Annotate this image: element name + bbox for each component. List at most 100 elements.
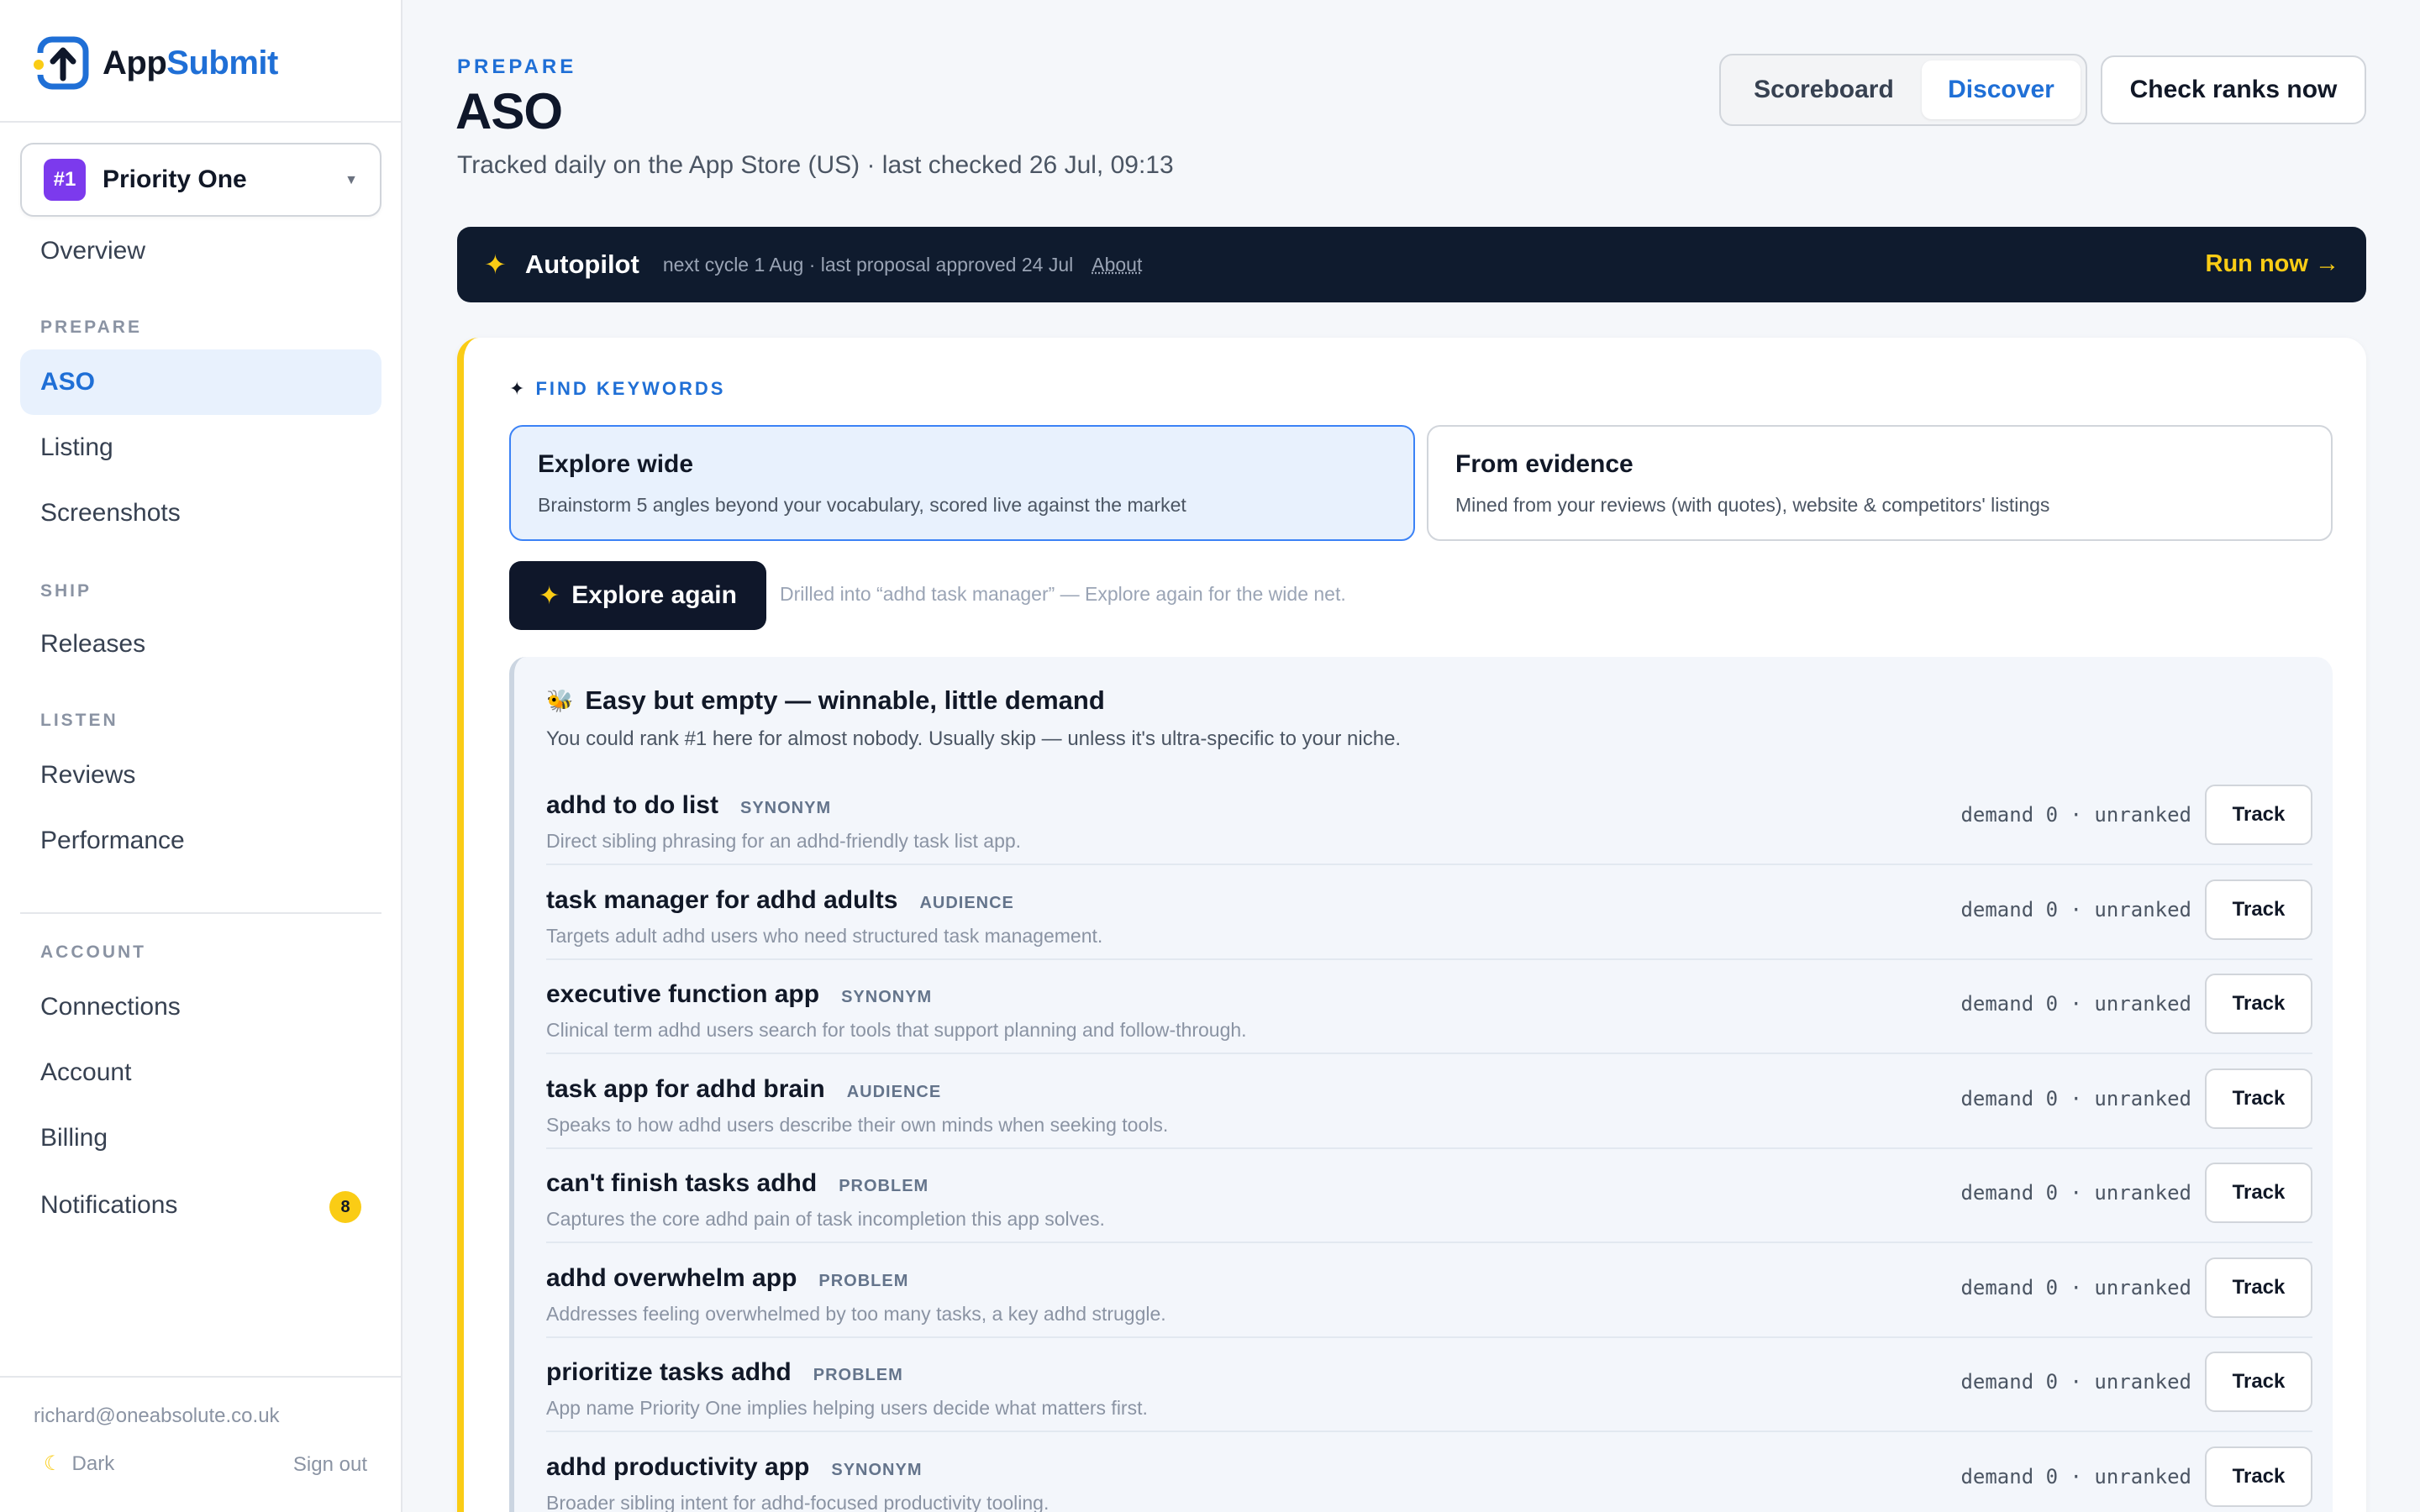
sidebar-divider bbox=[0, 1376, 402, 1378]
find-keywords-card: ✦ FIND KEYWORDS Explore wide Brainstorm … bbox=[457, 338, 2366, 1512]
sidebar-item-billing[interactable]: Billing bbox=[20, 1105, 381, 1171]
keyword-desc: Clinical term adhd users search for tool… bbox=[546, 1019, 1247, 1041]
keyword-name: task app for adhd brain AUDIENCE bbox=[546, 1075, 941, 1104]
sidebar-divider bbox=[20, 912, 381, 914]
autopilot-about-link[interactable]: About bbox=[1092, 254, 1142, 276]
track-button[interactable]: Track bbox=[2205, 785, 2312, 845]
keyword-name-text: adhd productivity app bbox=[546, 1452, 810, 1481]
workspace-switcher[interactable]: #1 Priority One ▼ bbox=[20, 143, 381, 217]
tab-discover[interactable]: Discover bbox=[1921, 60, 2081, 119]
user-email: richard@oneabsolute.co.uk bbox=[34, 1404, 280, 1427]
keyword-stats: demand 0 · unranked bbox=[1960, 897, 2191, 921]
sidebar-item-overview[interactable]: Overview bbox=[20, 218, 381, 284]
keyword-name-text: task app for adhd brain bbox=[546, 1074, 825, 1103]
nav-section-account: ACCOUNT bbox=[40, 942, 146, 962]
keyword-group-easy-but-empty: 🐝 Easy but empty — winnable, little dema… bbox=[509, 657, 2333, 1512]
sidebar-item-aso[interactable]: ASO bbox=[20, 349, 381, 415]
keyword-desc: Captures the core adhd pain of task inco… bbox=[546, 1208, 1105, 1230]
keyword-stats: demand 0 · unranked bbox=[1960, 1086, 2191, 1110]
keyword-tag: PROBLEM bbox=[839, 1177, 929, 1195]
sidebar-divider bbox=[0, 121, 402, 123]
keyword-desc: Direct sibling phrasing for an adhd-frie… bbox=[546, 830, 1022, 852]
sidebar-item-notifications[interactable]: Notifications 8 bbox=[20, 1173, 381, 1238]
find-keywords-label-text: FIND KEYWORDS bbox=[535, 378, 726, 399]
nav-section-listen: LISTEN bbox=[40, 711, 118, 730]
notifications-count-badge: 8 bbox=[329, 1191, 361, 1223]
group-title-text: Easy but empty — winnable, little demand bbox=[585, 685, 1105, 715]
sign-out-link[interactable]: Sign out bbox=[293, 1453, 367, 1477]
mode-from-evidence[interactable]: From evidence Mined from your reviews (w… bbox=[1427, 425, 2333, 541]
keyword-name-text: prioritize tasks adhd bbox=[546, 1358, 792, 1386]
autopilot-title: Autopilot bbox=[524, 249, 639, 279]
page-eyebrow: PREPARE bbox=[457, 55, 577, 78]
track-button[interactable]: Track bbox=[2205, 1446, 2312, 1507]
keyword-name-text: executive function app bbox=[546, 980, 820, 1008]
keyword-name-text: adhd overwhelm app bbox=[546, 1263, 797, 1292]
sidebar-item-account[interactable]: Account bbox=[20, 1040, 381, 1105]
keyword-desc: Addresses feeling overwhelmed by too man… bbox=[546, 1302, 1166, 1325]
keyword-stats: demand 0 · unranked bbox=[1960, 1275, 2191, 1299]
keyword-row: adhd overwhelm app PROBLEM Addresses feeli… bbox=[546, 1244, 2312, 1338]
app-name-accent: Submit bbox=[166, 44, 278, 81]
sidebar-item-releases[interactable]: Releases bbox=[20, 612, 381, 677]
workspace-badge: #1 bbox=[44, 159, 86, 201]
keyword-tag: SYNONYM bbox=[841, 988, 933, 1006]
tab-scoreboard[interactable]: Scoreboard bbox=[1726, 60, 1922, 119]
app-name: AppSubmit bbox=[103, 45, 278, 82]
sidebar-item-listing[interactable]: Listing bbox=[20, 415, 381, 480]
explore-again-label: Explore again bbox=[571, 581, 737, 609]
keyword-stats: demand 0 · unranked bbox=[1960, 1370, 2191, 1394]
explore-again-button[interactable]: ✦ Explore again bbox=[509, 561, 766, 630]
run-now-button[interactable]: Run now → bbox=[2206, 250, 2339, 278]
nav-section-prepare: PREPARE bbox=[40, 318, 142, 337]
mode-explore-wide[interactable]: Explore wide Brainstorm 5 angles beyond … bbox=[509, 425, 1415, 541]
workspace-name: Priority One bbox=[103, 165, 247, 193]
sidebar-item-reviews[interactable]: Reviews bbox=[20, 743, 381, 808]
keyword-tag: AUDIENCE bbox=[846, 1082, 942, 1101]
sidebar: AppSubmit #1 Priority One ▼ Overview PRE… bbox=[0, 0, 402, 1512]
keyword-name-text: can't finish tasks adhd bbox=[546, 1169, 818, 1197]
keyword-tag: SYNONYM bbox=[831, 1460, 923, 1479]
sidebar-item-label: Notifications bbox=[40, 1191, 178, 1219]
track-button[interactable]: Track bbox=[2205, 879, 2312, 940]
mode-title: From evidence bbox=[1455, 450, 1634, 478]
track-button[interactable]: Track bbox=[2205, 1163, 2312, 1223]
track-button[interactable]: Track bbox=[2205, 1352, 2312, 1412]
keyword-name: adhd productivity app SYNONYM bbox=[546, 1453, 922, 1482]
upload-arrow-icon bbox=[34, 34, 91, 92]
keyword-row: task manager for adhd adults AUDIENCE Targ… bbox=[546, 866, 2312, 960]
keyword-desc: Speaks to how adhd users describe their … bbox=[546, 1113, 1169, 1136]
keyword-row: can't finish tasks adhd PROBLEM Captures t… bbox=[546, 1149, 2312, 1243]
moon-icon: ☾ bbox=[44, 1452, 62, 1475]
sidebar-item-screenshots[interactable]: Screenshots bbox=[20, 480, 381, 546]
sidebar-item-performance[interactable]: Performance bbox=[20, 808, 381, 874]
sidebar-item-connections[interactable]: Connections bbox=[20, 974, 381, 1040]
keyword-name: adhd overwhelm app PROBLEM bbox=[546, 1264, 908, 1293]
caret-down-icon: ▼ bbox=[345, 173, 358, 187]
nav-section-ship: SHIP bbox=[40, 581, 92, 601]
keyword-desc: App name Priority One implies helping us… bbox=[546, 1397, 1148, 1419]
keyword-row: adhd productivity app SYNONYM Broader sibl… bbox=[546, 1433, 2312, 1512]
track-button[interactable]: Track bbox=[2205, 974, 2312, 1034]
keyword-row: task app for adhd brain AUDIENCE Speaks to… bbox=[546, 1055, 2312, 1149]
keyword-row: prioritize tasks adhd PROBLEM App name Pri… bbox=[546, 1338, 2312, 1432]
theme-label: Dark bbox=[71, 1452, 115, 1475]
keyword-name: executive function app SYNONYM bbox=[546, 980, 932, 1009]
keyword-name: prioritize tasks adhd PROBLEM bbox=[546, 1358, 903, 1387]
keyword-name-text: adhd to do list bbox=[546, 791, 718, 819]
mode-title: Explore wide bbox=[538, 450, 694, 478]
keyword-stats: demand 0 · unranked bbox=[1960, 803, 2191, 827]
sparkle-icon: ✦ bbox=[539, 581, 560, 610]
keyword-row: adhd to do list SYNONYM Direct sibling phr… bbox=[546, 771, 2312, 865]
track-button[interactable]: Track bbox=[2205, 1068, 2312, 1129]
app-logo[interactable]: AppSubmit bbox=[34, 34, 278, 92]
group-desc: You could rank #1 here for almost nobody… bbox=[546, 727, 1402, 750]
autopilot-banner: ✦ Autopilot next cycle 1 Aug · last prop… bbox=[457, 227, 2366, 302]
sparkle-icon: ✦ bbox=[509, 378, 528, 399]
theme-toggle[interactable]: ☾ Dark bbox=[44, 1452, 114, 1476]
view-segmented-control: Scoreboard Discover bbox=[1719, 54, 2087, 126]
check-ranks-button[interactable]: Check ranks now bbox=[2101, 55, 2366, 124]
mode-desc: Mined from your reviews (with quotes), w… bbox=[1455, 494, 2050, 516]
keyword-tag: AUDIENCE bbox=[919, 893, 1014, 912]
track-button[interactable]: Track bbox=[2205, 1257, 2312, 1318]
